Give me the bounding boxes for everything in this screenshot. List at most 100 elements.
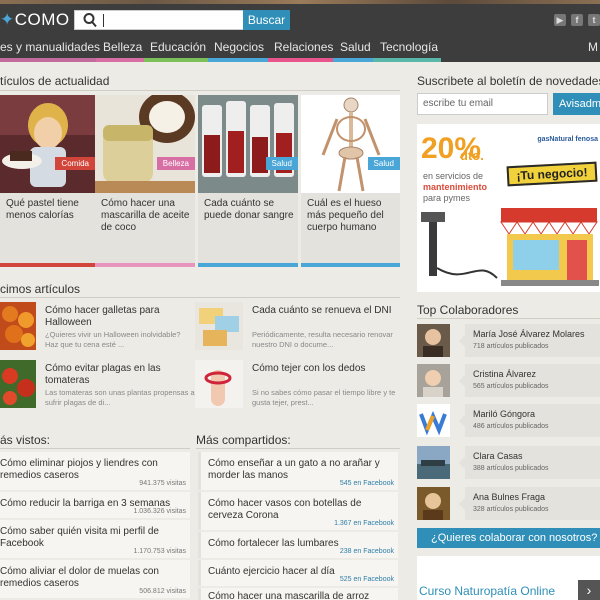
- article-image-skeleton: [301, 95, 400, 193]
- latest-desc: ¿Quieres vivir un Halloween inolvidable?…: [45, 330, 181, 349]
- collaborator-item[interactable]: Mariló Góngora 486 artículos publicados: [417, 404, 600, 438]
- latest-title[interactable]: Cómo hacer galletas para Halloween: [45, 305, 195, 329]
- most-viewed-item[interactable]: Cómo reducir la barriga en 3 semanas 1.0…: [0, 492, 190, 518]
- nav-underline-relaciones: [268, 58, 333, 62]
- latest-thumb-tomatoes: [0, 360, 36, 408]
- collaborator-name[interactable]: María José Álvarez Molares: [473, 329, 585, 339]
- category-tag[interactable]: Comida: [55, 157, 95, 170]
- latest-desc: Periódicamente, resulta necesario renova…: [252, 330, 393, 349]
- latest-article[interactable]: Cómo evitar plagas en las tomateras Las …: [0, 360, 195, 410]
- article-title[interactable]: Cada cuánto se puede donar sangre: [204, 198, 294, 222]
- nav-item-negocios[interactable]: Negocios: [214, 40, 264, 54]
- social-links: ▶ f t: [554, 14, 600, 26]
- collaborator-item[interactable]: Ana Bulnes Fraga 328 artículos publicado…: [417, 487, 600, 521]
- latest-title[interactable]: Cómo evitar plagas en las tomateras: [45, 363, 195, 387]
- latest-article[interactable]: Cómo hacer galletas para Halloween ¿Quie…: [0, 302, 195, 352]
- nav-underline-educacion: [144, 58, 208, 62]
- latest-article[interactable]: Cada cuánto se renueva el DNI Periódicam…: [195, 302, 400, 352]
- article-card[interactable]: Comida Qué pastel tiene menos calorías: [0, 95, 95, 267]
- share-count: 525 en Facebook: [339, 576, 394, 583]
- latest-title[interactable]: Cada cuánto se renueva el DNI: [252, 305, 397, 317]
- promo-banner[interactable]: 20% dto. gasNatural fenosa en servicios …: [417, 124, 600, 292]
- article-title[interactable]: Cuál es el hueso más pequeño del cuerpo …: [307, 198, 396, 234]
- nav-item-salud[interactable]: Salud: [340, 40, 371, 54]
- avatar[interactable]: [417, 404, 450, 437]
- collaborator-item[interactable]: Cristina Álvarez 565 artículos publicado…: [417, 364, 600, 398]
- most-shared-item[interactable]: Cómo hacer una mascarilla de arroz: [198, 588, 398, 600]
- most-shared-item[interactable]: Cuánto ejercicio hacer al día 525 en Fac…: [198, 560, 398, 586]
- nav-item-belleza[interactable]: Belleza: [103, 40, 142, 54]
- logo-text: COMO: [14, 10, 70, 29]
- site-logo[interactable]: ✦COMO: [0, 10, 70, 30]
- collaborator-name[interactable]: Cristina Álvarez: [473, 369, 536, 379]
- most-shared-title[interactable]: Cómo hacer vasos con botellas de cerveza…: [208, 498, 393, 522]
- newsletter-email-field[interactable]: escribe tu email: [417, 93, 548, 115]
- article-image-blood-bags: [198, 95, 298, 193]
- promo-brand: gasNatural fenosa: [537, 136, 598, 143]
- latest-article[interactable]: Cómo tejer con los dedos Si no sabes cóm…: [195, 360, 400, 410]
- most-viewed-item[interactable]: Cómo aliviar el dolor de muelas con reme…: [0, 560, 190, 598]
- category-tag[interactable]: Salud: [367, 157, 400, 170]
- promo-line: en servicios de: [423, 171, 484, 181]
- nav-item-educacion[interactable]: Educación: [150, 40, 206, 54]
- nav-item-relaciones[interactable]: Relaciones: [274, 40, 333, 54]
- category-bar: [0, 263, 95, 267]
- facebook-icon[interactable]: f: [571, 14, 583, 26]
- article-title[interactable]: Cómo hacer una mascarilla de aceite de c…: [101, 198, 191, 234]
- search-input[interactable]: [74, 10, 244, 30]
- youtube-icon[interactable]: ▶: [554, 14, 566, 26]
- latest-desc: Si no sabes cómo pasar el tiempo libre y…: [252, 388, 396, 407]
- most-shared-item[interactable]: Cómo enseñar a un gato a no arañar y mor…: [198, 452, 398, 490]
- twitter-icon[interactable]: t: [588, 14, 600, 26]
- most-shared-item[interactable]: Cómo hacer vasos con botellas de cerveza…: [198, 492, 398, 530]
- visit-count: 1.170.753 visitas: [133, 548, 186, 555]
- article-card[interactable]: Salud Cuál es el hueso más pequeño del c…: [301, 95, 400, 267]
- collaborator-name[interactable]: Ana Bulnes Fraga: [473, 492, 545, 502]
- most-viewed-item[interactable]: Cómo eliminar piojos y liendres con reme…: [0, 452, 190, 490]
- nav-item-more[interactable]: M: [588, 40, 598, 54]
- article-card[interactable]: Salud Cada cuánto se puede donar sangre: [198, 95, 298, 267]
- collaborator-item[interactable]: Clara Casas 388 artículos publicados: [417, 446, 600, 480]
- article-title[interactable]: Qué pastel tiene menos calorías: [6, 198, 91, 222]
- most-shared-title[interactable]: Cómo enseñar a un gato a no arañar y mor…: [208, 458, 393, 482]
- promo-line: mantenimiento: [423, 182, 488, 192]
- visit-count: 941.375 visitas: [139, 480, 186, 487]
- collaborator-count: 565 artículos publicados: [473, 383, 549, 390]
- nav-item-tecnologia[interactable]: Tecnología: [380, 40, 438, 54]
- most-shared-title[interactable]: Cómo hacer una mascarilla de arroz: [208, 591, 393, 600]
- collaborator-item[interactable]: María José Álvarez Molares 718 artículos…: [417, 324, 600, 358]
- search-button[interactable]: Buscar: [243, 10, 290, 30]
- avatar[interactable]: [417, 324, 450, 357]
- share-count: 545 en Facebook: [339, 480, 394, 487]
- category-bar: [301, 263, 400, 267]
- article-card[interactable]: Belleza Cómo hacer una mascarilla de ace…: [95, 95, 195, 267]
- category-tag[interactable]: Salud: [265, 157, 298, 170]
- collaborator-count: 718 artículos publicados: [473, 343, 549, 350]
- most-shared-item[interactable]: Cómo fortalecer las lumbares 238 en Face…: [198, 532, 398, 558]
- collaborator-name[interactable]: Mariló Góngora: [473, 409, 535, 419]
- category-nav: es y manualidades Belleza Educación Nego…: [0, 36, 600, 62]
- most-viewed-item[interactable]: Cómo saber quién visita mi perfil de Fac…: [0, 520, 190, 558]
- nav-item-manualidades[interactable]: es y manualidades: [0, 40, 100, 54]
- nav-underline-negocios: [208, 58, 268, 62]
- most-viewed-title[interactable]: Cómo aliviar el dolor de muelas con reme…: [0, 566, 185, 590]
- most-viewed-title[interactable]: Cómo eliminar piojos y liendres con reme…: [0, 458, 185, 482]
- avatar[interactable]: [417, 446, 450, 479]
- ultimos-heading: cimos artículos: [0, 282, 81, 296]
- course-ad[interactable]: Curso Naturopatía Online ›: [417, 556, 600, 600]
- avatar[interactable]: [417, 364, 450, 397]
- actualidad-heading: tículos de actualidad: [0, 74, 110, 88]
- nav-underline-manualidades: [0, 58, 96, 62]
- avatar[interactable]: [417, 487, 450, 520]
- latest-thumb-knitting: [195, 360, 243, 408]
- collaborator-name[interactable]: Clara Casas: [473, 451, 523, 461]
- newsletter-submit-button[interactable]: Avisadme: [553, 93, 600, 115]
- category-bar: [95, 263, 195, 267]
- next-arrow-icon[interactable]: ›: [578, 580, 600, 600]
- most-viewed-title[interactable]: Cómo saber quién visita mi perfil de Fac…: [0, 526, 185, 550]
- collaborate-button[interactable]: ¿Quieres colaborar con nosotros?: [417, 528, 600, 548]
- colaboradores-heading: Top Colaboradores: [417, 303, 519, 317]
- course-ad-title[interactable]: Curso Naturopatía Online: [419, 584, 555, 598]
- latest-title[interactable]: Cómo tejer con los dedos: [252, 363, 397, 375]
- category-tag[interactable]: Belleza: [156, 157, 195, 170]
